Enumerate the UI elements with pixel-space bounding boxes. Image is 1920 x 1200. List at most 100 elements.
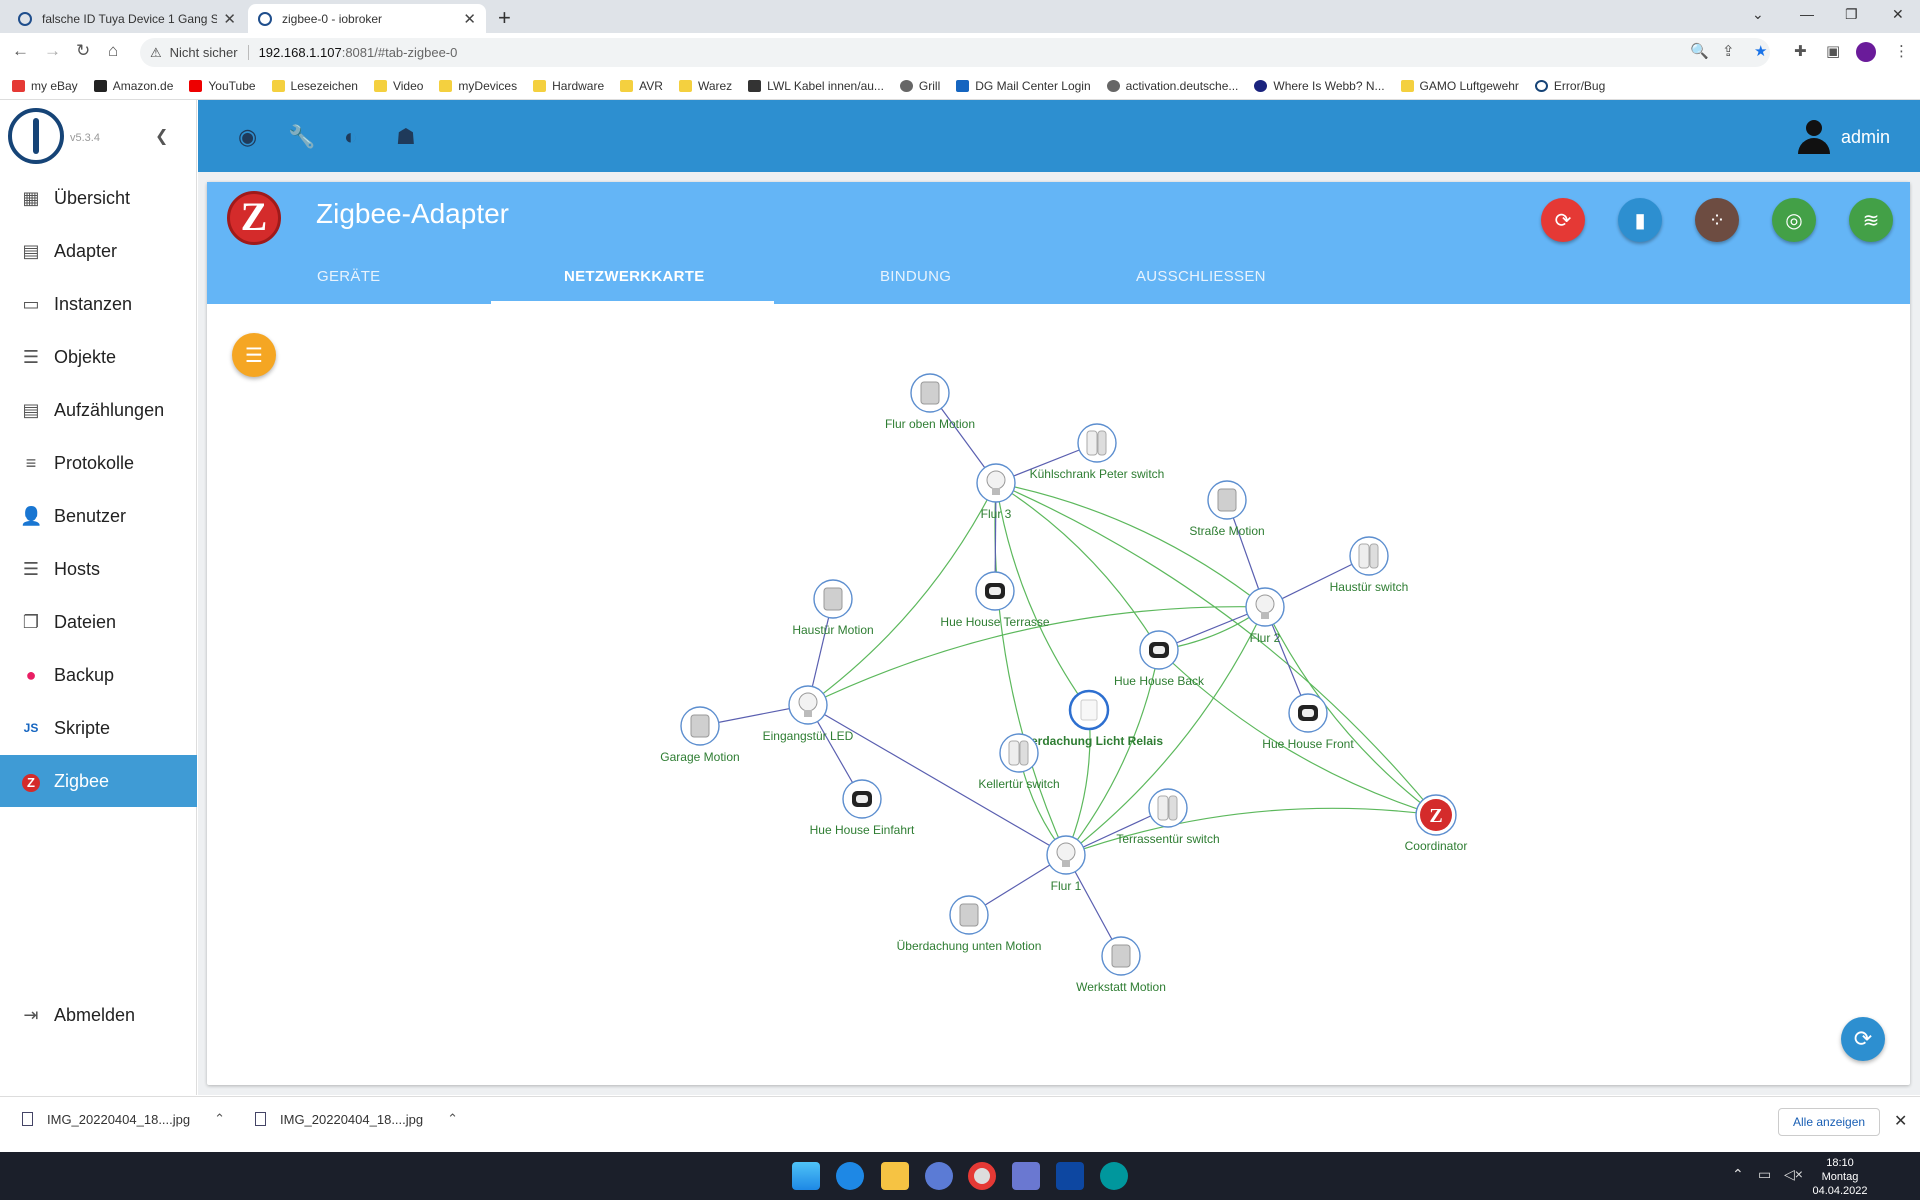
download-item[interactable]: IMG_20220404_18....jpg ⌃ (255, 1111, 458, 1127)
bookmark[interactable]: Amazon.de (93, 78, 174, 93)
arduino-icon[interactable] (1100, 1162, 1128, 1190)
close-tab-icon[interactable]: ✕ (463, 10, 476, 28)
bookmark[interactable]: LWL Kabel innen/au... (748, 79, 884, 93)
tray-chevron-icon[interactable]: ⌃ (1732, 1166, 1744, 1183)
network-icon[interactable]: ▭ (1758, 1166, 1771, 1183)
globe-icon (899, 79, 913, 92)
bookmarks-bar: my eBay Amazon.de YouTube Lesezeichen Vi… (0, 72, 1920, 100)
sidebar-item-backup[interactable]: ● Backup (0, 649, 197, 701)
bookmark-label: Hardware (552, 78, 605, 93)
calculator-icon[interactable] (1012, 1162, 1040, 1190)
bookmark[interactable]: Error/Bug (1534, 79, 1605, 93)
sidebar-item-objekte[interactable]: ☰ Objekte (0, 331, 197, 383)
bookmark-star-icon[interactable]: ★ (1754, 42, 1767, 60)
debug-button[interactable]: ⁘ (1695, 198, 1739, 242)
show-all-downloads-button[interactable]: Alle anzeigen (1778, 1108, 1881, 1136)
close-window-icon[interactable]: ✕ (1892, 6, 1904, 23)
logout-button[interactable]: ⇥ Abmelden (0, 989, 197, 1041)
eye-icon[interactable]: ◉ (238, 124, 257, 150)
taskbar-clock[interactable]: 18:10 Montag 04.04.2022 (1800, 1156, 1880, 1198)
zoom-icon[interactable]: 🔍 (1690, 42, 1709, 60)
bookmark[interactable]: DG Mail Center Login (956, 79, 1091, 93)
bookmark[interactable]: Warez (678, 79, 732, 93)
switch-icon (1008, 740, 1020, 766)
bookmark-label: Amazon.de (112, 78, 174, 93)
wrench-icon[interactable]: 🔧 (288, 124, 315, 150)
sidebar-item-hosts[interactable]: ☰ Hosts (0, 543, 197, 595)
sidebar-item-skripte[interactable]: JS Skripte (0, 702, 197, 754)
iobroker-logo-icon[interactable] (8, 108, 64, 164)
iobroker-favicon-icon (18, 11, 32, 26)
sidebar-item-label: Skripte (54, 717, 111, 738)
app-icon[interactable] (925, 1162, 953, 1190)
bookmark[interactable]: activation.deutsche... (1106, 79, 1238, 93)
refresh-button[interactable]: ⟳ (1841, 1017, 1885, 1061)
bookmark[interactable]: Where Is Webb? N... (1254, 79, 1385, 93)
chevron-up-icon[interactable]: ⌃ (447, 1111, 458, 1127)
sidebar-item-zigbee[interactable]: Z Zigbee (0, 755, 197, 807)
forward-icon[interactable]: → (44, 41, 61, 61)
tab-geraete[interactable]: GERÄTE (317, 268, 380, 285)
sidebar-item-protokolle[interactable]: ≡ Protokolle (0, 437, 197, 489)
reload-icon[interactable]: ↻ (76, 41, 90, 61)
bookmark[interactable]: my eBay (12, 79, 78, 93)
download-item[interactable]: IMG_20220404_18....jpg ⌃ (22, 1111, 225, 1127)
sidebar-item-adapter[interactable]: ▤ Adapter (0, 225, 197, 277)
network-node-flur1[interactable]: Flur 1 (1046, 835, 1086, 893)
sidebar-item-dateien[interactable]: ❐ Dateien (0, 596, 197, 648)
bookmark[interactable]: myDevices (439, 79, 517, 93)
sidebar-item-uebersicht[interactable]: ▦ Übersicht (0, 172, 197, 224)
menu-dots-icon[interactable]: ⋮ (1894, 42, 1909, 60)
app-icon[interactable] (1056, 1162, 1084, 1190)
restore-icon[interactable]: ❐ (1845, 6, 1858, 23)
reset-button[interactable]: ⟳ (1541, 198, 1585, 242)
minimize-icon[interactable]: — (1800, 6, 1814, 22)
chevron-up-icon[interactable]: ⌃ (214, 1111, 225, 1127)
browser-tab[interactable]: falsche ID Tuya Device 1 Gang Sw ✕ (8, 4, 246, 33)
chevron-left-icon[interactable]: ❮ (155, 126, 168, 146)
home-icon[interactable]: ⌂ (108, 41, 118, 61)
tab-netzwerkkarte[interactable]: NETZWERKKARTE (564, 268, 705, 285)
file-explorer-icon[interactable] (881, 1162, 909, 1190)
sidebar-item-instanzen[interactable]: ▭ Instanzen (0, 278, 197, 330)
clock-day: Montag (1821, 1171, 1859, 1183)
menu-button[interactable]: ☰ (232, 333, 276, 377)
bookmark[interactable]: Grill (899, 79, 940, 93)
close-icon[interactable]: ✕ (1894, 1111, 1907, 1131)
browser-tab-active[interactable]: zigbee-0 - iobroker ✕ (248, 4, 486, 33)
bookmark[interactable]: YouTube (189, 78, 256, 93)
touchlink-button[interactable]: ◎ (1772, 198, 1816, 242)
switch-magnet-icon (1369, 543, 1379, 569)
network-node-flur3[interactable]: Flur 3 (976, 463, 1016, 521)
bookmark[interactable]: Hardware (533, 79, 604, 93)
tab-bindung[interactable]: BINDUNG (880, 268, 951, 285)
sidepanel-icon[interactable]: ▣ (1826, 42, 1840, 60)
folder-icon (620, 79, 634, 92)
user-menu[interactable]: admin (1797, 120, 1890, 154)
bookmark[interactable]: Video (373, 79, 423, 93)
pairing-button[interactable]: ▮ (1618, 198, 1662, 242)
back-icon[interactable]: ← (12, 41, 29, 61)
windows-start-icon[interactable] (792, 1162, 820, 1190)
extensions-icon[interactable]: ✚ (1794, 42, 1807, 60)
brightness-icon[interactable]: ◐ (344, 124, 357, 150)
address-bar[interactable]: ⚠ Nicht sicher 192.168.1.107 :8081/#tab-… (140, 38, 1770, 67)
network-node-flur2[interactable]: Flur 2 (1245, 587, 1285, 645)
bookmark-label: YouTube (208, 78, 256, 93)
profile-avatar[interactable] (1856, 42, 1876, 62)
tab-ausschliessen[interactable]: AUSSCHLIESSEN (1136, 268, 1266, 285)
close-tab-icon[interactable]: ✕ (223, 10, 236, 28)
bookmark[interactable]: AVR (620, 79, 663, 93)
expert-mode-icon[interactable]: ☗ (396, 124, 416, 150)
sidebar-item-benutzer[interactable]: 👤 Benutzer (0, 490, 197, 542)
scan-button[interactable]: ≋ (1849, 198, 1893, 242)
bookmark[interactable]: GAMO Luftgewehr (1400, 79, 1519, 93)
new-tab-button[interactable]: + (498, 5, 511, 31)
share-icon[interactable]: ⇪ (1722, 42, 1735, 60)
edge-icon[interactable] (836, 1162, 864, 1190)
sidebar-item-aufzaehlungen[interactable]: ▤ Aufzählungen (0, 384, 197, 436)
bulb-base-icon (1062, 860, 1070, 867)
tab-search-icon[interactable]: ⌄ (1752, 6, 1764, 23)
chrome-icon[interactable] (968, 1162, 996, 1190)
bookmark[interactable]: Lesezeichen (271, 79, 358, 93)
